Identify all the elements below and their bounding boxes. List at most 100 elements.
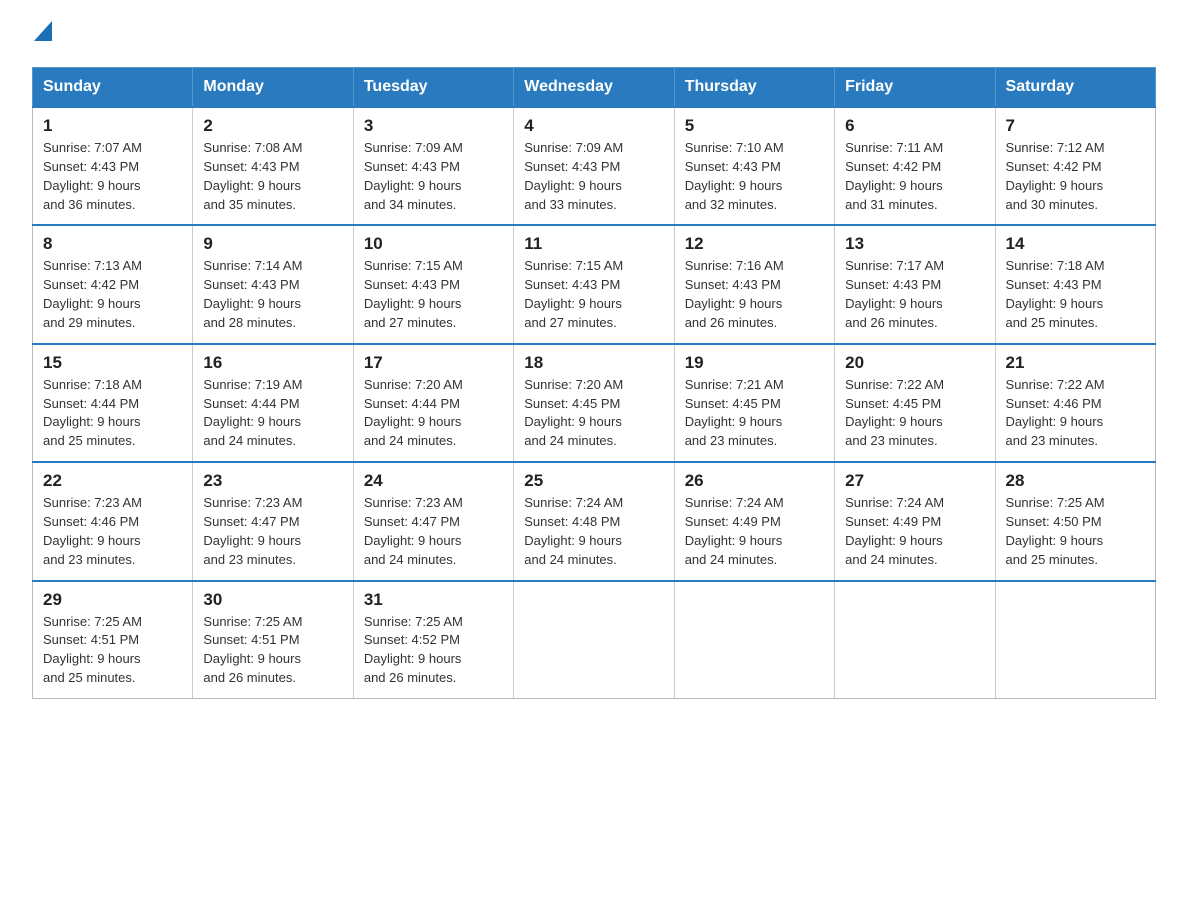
calendar-week-row: 1 Sunrise: 7:07 AMSunset: 4:43 PMDayligh…: [33, 107, 1156, 225]
day-info: Sunrise: 7:10 AMSunset: 4:43 PMDaylight:…: [685, 140, 784, 212]
day-info: Sunrise: 7:22 AMSunset: 4:46 PMDaylight:…: [1006, 377, 1105, 449]
day-info: Sunrise: 7:25 AMSunset: 4:51 PMDaylight:…: [203, 614, 302, 686]
calendar-cell: [674, 581, 834, 699]
day-info: Sunrise: 7:20 AMSunset: 4:44 PMDaylight:…: [364, 377, 463, 449]
calendar-cell: 8 Sunrise: 7:13 AMSunset: 4:42 PMDayligh…: [33, 225, 193, 343]
calendar-cell: 29 Sunrise: 7:25 AMSunset: 4:51 PMDaylig…: [33, 581, 193, 699]
day-info: Sunrise: 7:24 AMSunset: 4:49 PMDaylight:…: [685, 495, 784, 567]
day-number: 5: [685, 116, 824, 136]
logo: [32, 24, 52, 49]
calendar-cell: 27 Sunrise: 7:24 AMSunset: 4:49 PMDaylig…: [835, 462, 995, 580]
day-number: 13: [845, 234, 984, 254]
calendar-cell: 15 Sunrise: 7:18 AMSunset: 4:44 PMDaylig…: [33, 344, 193, 462]
calendar-cell: 4 Sunrise: 7:09 AMSunset: 4:43 PMDayligh…: [514, 107, 674, 225]
calendar-day-header: Tuesday: [353, 68, 513, 108]
calendar-cell: 21 Sunrise: 7:22 AMSunset: 4:46 PMDaylig…: [995, 344, 1155, 462]
calendar-cell: 19 Sunrise: 7:21 AMSunset: 4:45 PMDaylig…: [674, 344, 834, 462]
day-number: 2: [203, 116, 342, 136]
calendar-cell: 23 Sunrise: 7:23 AMSunset: 4:47 PMDaylig…: [193, 462, 353, 580]
day-number: 4: [524, 116, 663, 136]
day-info: Sunrise: 7:13 AMSunset: 4:42 PMDaylight:…: [43, 258, 142, 330]
calendar-cell: [514, 581, 674, 699]
day-number: 22: [43, 471, 182, 491]
day-number: 8: [43, 234, 182, 254]
day-info: Sunrise: 7:11 AMSunset: 4:42 PMDaylight:…: [845, 140, 943, 212]
calendar-cell: 18 Sunrise: 7:20 AMSunset: 4:45 PMDaylig…: [514, 344, 674, 462]
calendar-cell: 10 Sunrise: 7:15 AMSunset: 4:43 PMDaylig…: [353, 225, 513, 343]
day-number: 9: [203, 234, 342, 254]
calendar-week-row: 8 Sunrise: 7:13 AMSunset: 4:42 PMDayligh…: [33, 225, 1156, 343]
calendar-week-row: 15 Sunrise: 7:18 AMSunset: 4:44 PMDaylig…: [33, 344, 1156, 462]
day-number: 1: [43, 116, 182, 136]
day-info: Sunrise: 7:24 AMSunset: 4:49 PMDaylight:…: [845, 495, 944, 567]
calendar-cell: 1 Sunrise: 7:07 AMSunset: 4:43 PMDayligh…: [33, 107, 193, 225]
calendar-cell: 22 Sunrise: 7:23 AMSunset: 4:46 PMDaylig…: [33, 462, 193, 580]
day-number: 23: [203, 471, 342, 491]
calendar-cell: 24 Sunrise: 7:23 AMSunset: 4:47 PMDaylig…: [353, 462, 513, 580]
day-number: 17: [364, 353, 503, 373]
day-number: 15: [43, 353, 182, 373]
day-number: 12: [685, 234, 824, 254]
day-number: 30: [203, 590, 342, 610]
calendar-cell: 7 Sunrise: 7:12 AMSunset: 4:42 PMDayligh…: [995, 107, 1155, 225]
day-number: 25: [524, 471, 663, 491]
day-info: Sunrise: 7:12 AMSunset: 4:42 PMDaylight:…: [1006, 140, 1105, 212]
day-info: Sunrise: 7:25 AMSunset: 4:50 PMDaylight:…: [1006, 495, 1105, 567]
calendar-cell: [995, 581, 1155, 699]
day-info: Sunrise: 7:25 AMSunset: 4:52 PMDaylight:…: [364, 614, 463, 686]
day-info: Sunrise: 7:14 AMSunset: 4:43 PMDaylight:…: [203, 258, 302, 330]
day-number: 24: [364, 471, 503, 491]
calendar-cell: 3 Sunrise: 7:09 AMSunset: 4:43 PMDayligh…: [353, 107, 513, 225]
day-info: Sunrise: 7:23 AMSunset: 4:47 PMDaylight:…: [364, 495, 463, 567]
calendar-table: SundayMondayTuesdayWednesdayThursdayFrid…: [32, 67, 1156, 699]
day-number: 27: [845, 471, 984, 491]
day-number: 20: [845, 353, 984, 373]
day-number: 19: [685, 353, 824, 373]
calendar-cell: 30 Sunrise: 7:25 AMSunset: 4:51 PMDaylig…: [193, 581, 353, 699]
day-number: 10: [364, 234, 503, 254]
day-number: 16: [203, 353, 342, 373]
day-info: Sunrise: 7:16 AMSunset: 4:43 PMDaylight:…: [685, 258, 784, 330]
day-info: Sunrise: 7:15 AMSunset: 4:43 PMDaylight:…: [364, 258, 463, 330]
day-number: 21: [1006, 353, 1145, 373]
calendar-header-row: SundayMondayTuesdayWednesdayThursdayFrid…: [33, 68, 1156, 108]
day-number: 26: [685, 471, 824, 491]
day-info: Sunrise: 7:09 AMSunset: 4:43 PMDaylight:…: [524, 140, 623, 212]
day-number: 29: [43, 590, 182, 610]
calendar-cell: 17 Sunrise: 7:20 AMSunset: 4:44 PMDaylig…: [353, 344, 513, 462]
calendar-day-header: Wednesday: [514, 68, 674, 108]
day-number: 18: [524, 353, 663, 373]
calendar-cell: 25 Sunrise: 7:24 AMSunset: 4:48 PMDaylig…: [514, 462, 674, 580]
day-info: Sunrise: 7:18 AMSunset: 4:43 PMDaylight:…: [1006, 258, 1105, 330]
day-number: 28: [1006, 471, 1145, 491]
day-info: Sunrise: 7:20 AMSunset: 4:45 PMDaylight:…: [524, 377, 623, 449]
calendar-week-row: 22 Sunrise: 7:23 AMSunset: 4:46 PMDaylig…: [33, 462, 1156, 580]
calendar-cell: 20 Sunrise: 7:22 AMSunset: 4:45 PMDaylig…: [835, 344, 995, 462]
logo-triangle-icon: [34, 21, 52, 46]
calendar-cell: 31 Sunrise: 7:25 AMSunset: 4:52 PMDaylig…: [353, 581, 513, 699]
day-info: Sunrise: 7:23 AMSunset: 4:47 PMDaylight:…: [203, 495, 302, 567]
calendar-cell: 9 Sunrise: 7:14 AMSunset: 4:43 PMDayligh…: [193, 225, 353, 343]
day-number: 31: [364, 590, 503, 610]
calendar-week-row: 29 Sunrise: 7:25 AMSunset: 4:51 PMDaylig…: [33, 581, 1156, 699]
calendar-cell: 11 Sunrise: 7:15 AMSunset: 4:43 PMDaylig…: [514, 225, 674, 343]
calendar-cell: 2 Sunrise: 7:08 AMSunset: 4:43 PMDayligh…: [193, 107, 353, 225]
calendar-day-header: Monday: [193, 68, 353, 108]
calendar-day-header: Thursday: [674, 68, 834, 108]
day-info: Sunrise: 7:17 AMSunset: 4:43 PMDaylight:…: [845, 258, 944, 330]
calendar-cell: 12 Sunrise: 7:16 AMSunset: 4:43 PMDaylig…: [674, 225, 834, 343]
day-info: Sunrise: 7:19 AMSunset: 4:44 PMDaylight:…: [203, 377, 302, 449]
calendar-cell: 13 Sunrise: 7:17 AMSunset: 4:43 PMDaylig…: [835, 225, 995, 343]
calendar-day-header: Friday: [835, 68, 995, 108]
calendar-cell: 16 Sunrise: 7:19 AMSunset: 4:44 PMDaylig…: [193, 344, 353, 462]
day-info: Sunrise: 7:08 AMSunset: 4:43 PMDaylight:…: [203, 140, 302, 212]
day-info: Sunrise: 7:07 AMSunset: 4:43 PMDaylight:…: [43, 140, 142, 212]
day-number: 14: [1006, 234, 1145, 254]
day-number: 11: [524, 234, 663, 254]
calendar-cell: 14 Sunrise: 7:18 AMSunset: 4:43 PMDaylig…: [995, 225, 1155, 343]
day-info: Sunrise: 7:15 AMSunset: 4:43 PMDaylight:…: [524, 258, 623, 330]
calendar-cell: [835, 581, 995, 699]
calendar-day-header: Saturday: [995, 68, 1155, 108]
day-info: Sunrise: 7:22 AMSunset: 4:45 PMDaylight:…: [845, 377, 944, 449]
day-number: 6: [845, 116, 984, 136]
